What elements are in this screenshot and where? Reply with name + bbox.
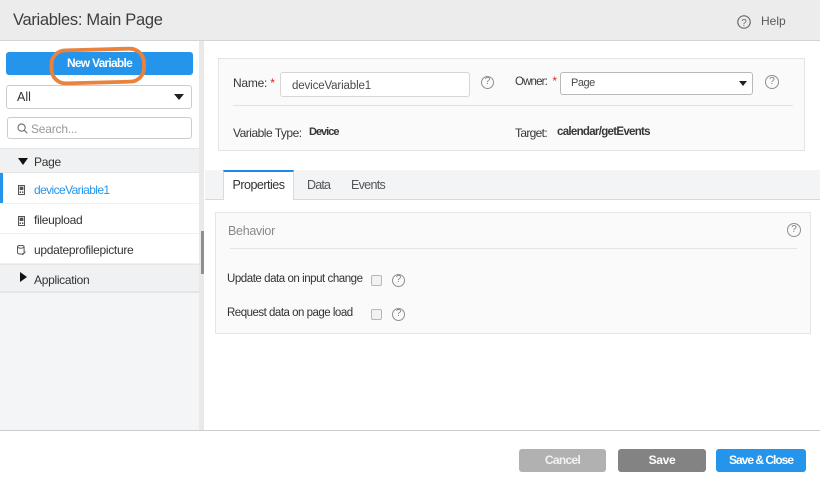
svg-text:?: ? bbox=[741, 18, 747, 29]
